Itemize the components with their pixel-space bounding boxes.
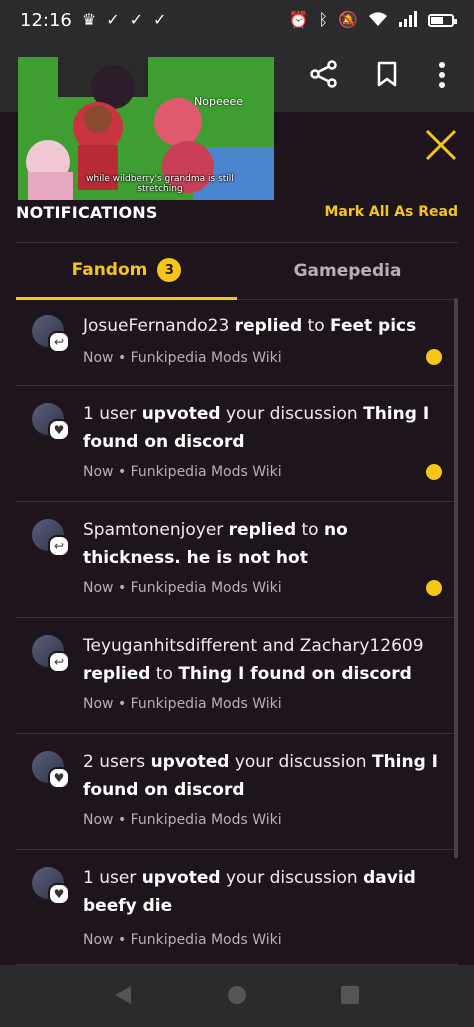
thumbnail-text: Nopeeee: [194, 95, 244, 108]
recent-apps-icon[interactable]: [341, 986, 359, 1004]
thumbnail-caption: while wildberry's grandma is still stret…: [86, 174, 234, 194]
message-text: 1 user: [83, 404, 142, 424]
notification-item[interactable]: ↩ JosueFernando23 replied to Feet pics Now…: [16, 298, 458, 386]
message-text: 1 user: [83, 868, 142, 888]
message-text: JosueFernando23: [83, 316, 235, 336]
notification-meta: Now • Funkipedia Mods Wiki: [83, 464, 282, 480]
notification-meta: Now • Funkipedia Mods Wiki: [83, 580, 282, 596]
notification-message: 1 user upvoted your discussion david bee…: [83, 864, 439, 920]
notification-message: Spamtonenjoyer replied to no thickness. …: [83, 516, 439, 572]
tab-fandom-label: Fandom: [71, 260, 148, 280]
unread-dot: [426, 580, 442, 596]
unread-count-badge: 3: [157, 258, 182, 282]
home-icon[interactable]: [228, 986, 246, 1004]
back-icon[interactable]: [112, 984, 134, 1006]
notification-item[interactable]: ↩ Spamtonenjoyer replied to no thickness.…: [16, 502, 458, 618]
message-emphasis: replied: [83, 664, 151, 684]
close-icon[interactable]: [424, 128, 458, 162]
heart-icon: ♥: [48, 419, 70, 441]
message-emphasis: upvoted: [141, 868, 221, 888]
notification-item[interactable]: ♥ 2 users upvoted your discussion Thing I…: [16, 734, 458, 850]
avatar: ♥: [32, 751, 70, 789]
bluetooth-icon: ᛒ: [318, 10, 329, 29]
message-emphasis: Thing I found on discord: [178, 664, 412, 684]
status-bar: 12:16 ♛ ✓ ✓ ✓ ⏰ ᛒ 🔕: [0, 0, 474, 40]
message-text: to: [296, 520, 324, 540]
panel-title: NOTIFICATIONS: [16, 202, 158, 222]
share-icon[interactable]: [310, 60, 338, 88]
notification-list: ↩ JosueFernando23 replied to Feet pics Now…: [16, 298, 458, 965]
avatar: ↩: [32, 635, 70, 673]
notification-meta: Now • Funkipedia Mods Wiki: [83, 350, 282, 366]
status-left: 12:16 ♛ ✓ ✓ ✓: [20, 10, 166, 31]
tab-fandom[interactable]: Fandom 3: [16, 243, 237, 300]
bookmark-icon[interactable]: [376, 61, 398, 87]
unread-dot: [426, 464, 442, 480]
status-right: ⏰ ᛒ 🔕: [288, 10, 457, 30]
alarm-icon: ⏰: [288, 10, 309, 29]
tab-gamepedia-label: Gamepedia: [293, 261, 402, 281]
battery-icon: [428, 13, 457, 27]
message-emphasis: upvoted: [150, 752, 230, 772]
avatar: ↩: [32, 315, 70, 353]
reply-icon: ↩: [48, 331, 70, 353]
check-icon: ✓: [106, 10, 120, 29]
reply-icon: ↩: [48, 651, 70, 673]
notification-message: JosueFernando23 replied to Feet pics: [83, 312, 439, 340]
wifi-icon: [368, 11, 388, 30]
message-text: Spamtonenjoyer: [83, 520, 229, 540]
mark-all-read-button[interactable]: Mark All As Read: [324, 204, 458, 220]
notification-item[interactable]: ♥ 1 user upvoted your discussion david be…: [16, 850, 458, 965]
notification-meta: Now • Funkipedia Mods Wiki: [83, 812, 282, 828]
tab-bar: Fandom 3 Gamepedia: [16, 242, 458, 300]
avatar: ♥: [32, 403, 70, 441]
message-emphasis: Feet pics: [330, 316, 417, 336]
notification-message: 2 users upvoted your discussion Thing I …: [83, 748, 439, 804]
message-text: your discussion: [220, 404, 364, 424]
message-text: your discussion: [229, 752, 372, 772]
notification-item[interactable]: ♥ 1 user upvoted your discussion Thing I …: [16, 386, 458, 502]
tab-gamepedia[interactable]: Gamepedia: [237, 243, 458, 300]
check-icon: ✓: [153, 10, 167, 29]
clock: 12:16: [20, 9, 72, 31]
notification-message: Teyuganhitsdifferent and Zachary12609 re…: [83, 632, 439, 688]
message-text: 2 users: [83, 752, 151, 772]
heart-icon: ♥: [48, 883, 70, 905]
avatar: ♥: [32, 867, 70, 905]
message-text: Teyuganhitsdifferent and Zachary12609: [83, 636, 424, 656]
message-emphasis: replied: [228, 520, 297, 540]
message-text: to: [302, 316, 331, 336]
signal-icon: [398, 10, 418, 30]
thumbnail-image: Nopeeee while wildberry's grandma is sti…: [18, 57, 274, 200]
message-text: to: [150, 664, 179, 684]
notification-message: 1 user upvoted your discussion Thing I f…: [83, 400, 439, 456]
message-emphasis: replied: [234, 316, 303, 336]
reply-icon: ↩: [48, 535, 70, 557]
notification-item[interactable]: ↩ Teyuganhitsdifferent and Zachary12609 r…: [16, 618, 458, 734]
unread-dot: [426, 349, 442, 365]
message-emphasis: upvoted: [141, 404, 221, 424]
notification-meta: Now • Funkipedia Mods Wiki: [83, 696, 282, 712]
check-icon: ✓: [129, 10, 144, 29]
heart-icon: ♥: [48, 767, 70, 789]
mute-bell-icon: 🔕: [338, 10, 358, 29]
message-text: your discussion: [220, 868, 364, 888]
crown-icon: ♛: [81, 10, 97, 29]
avatar: ↩: [32, 519, 70, 557]
more-vertical-icon[interactable]: [432, 62, 452, 88]
notifications-header: NOTIFICATIONS Mark All As Read: [16, 200, 458, 224]
scrollbar[interactable]: [454, 298, 458, 858]
notification-meta: Now • Funkipedia Mods Wiki: [83, 932, 282, 948]
